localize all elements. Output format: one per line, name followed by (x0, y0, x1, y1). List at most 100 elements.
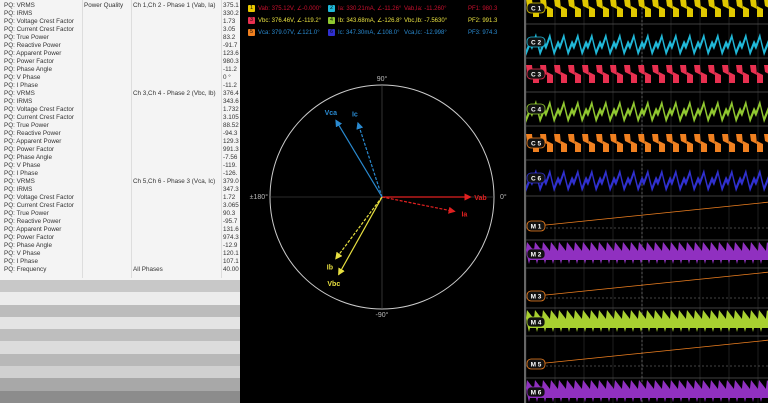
waveform-display[interactable]: C 1 C 2 C 3 C 4 C 5 C 6 M 1 M 2 M 3 M 4 M 5 M 6 (524, 0, 768, 403)
table-row[interactable]: PQ: IRMS 330.2 (0, 10, 240, 18)
waveform-segment (666, 65, 673, 75)
table-row[interactable]: PQ: VRMS Ch 3,Ch 4 - Phase 2 (Vbc, Ib) 376… (0, 90, 240, 98)
table-row[interactable]: PQ: VRMS Power Quality Ch 1,Ch 2 - Phase 1… (0, 2, 240, 10)
channel-label-c2[interactable]: C 2 (526, 36, 546, 48)
waveform-segment (722, 134, 729, 144)
waveform-segment (694, 0, 701, 9)
measurement-value: -7.56 (223, 154, 238, 161)
table-row[interactable]: PQ: Apparent Power 129.3 (0, 138, 240, 146)
waveform-segment (582, 65, 589, 75)
table-row[interactable]: PQ: Voltage Crest Factor 1.72 (0, 194, 240, 202)
phasor-vector-ia (381, 196, 456, 214)
channel-label-m2[interactable]: M 2 (526, 248, 546, 260)
table-row[interactable]: PQ: Voltage Crest Factor 1.73 (0, 18, 240, 26)
legend-text: Ib: 343.68mA, ∠-126.8° (338, 18, 402, 25)
channel-label-m1[interactable]: M 1 (526, 220, 546, 232)
table-row[interactable]: PQ: Power Factor 974.3 (0, 234, 240, 242)
channel-label-m4[interactable]: M 4 (526, 316, 546, 328)
legend-item: PF3: 974.3 (468, 29, 497, 37)
table-row[interactable]: PQ: Reactive Power -95.7 (0, 218, 240, 226)
channel-label-text: C 3 (531, 72, 542, 79)
channel-label-text: M 3 (531, 294, 542, 301)
channel-label-m6[interactable]: M 6 (526, 386, 546, 398)
table-row[interactable]: PQ: Apparent Power 131.6 (0, 226, 240, 234)
measurement-name: PQ: Power Factor (4, 58, 55, 65)
table-row[interactable]: PQ: I Phase -126. (0, 170, 240, 178)
waveform-segment (547, 141, 553, 152)
table-row[interactable]: PQ: True Power 83.2 (0, 34, 240, 42)
table-row[interactable]: PQ: V Phase 120.1 (0, 250, 240, 258)
table-row[interactable]: PQ: Phase Angle -12.9 (0, 242, 240, 250)
measurement-name: PQ: Apparent Power (4, 226, 62, 233)
table-row[interactable]: PQ: VRMS Ch 5,Ch 6 - Phase 3 (Vca, Ic) 379… (0, 178, 240, 186)
table-row[interactable]: PQ: Apparent Power 123.6 (0, 50, 240, 58)
channel-badge[interactable]: 4 (328, 17, 335, 24)
channel-badge[interactable]: 3 (248, 17, 255, 24)
measurement-value: 120.1 (223, 250, 239, 257)
measurement-name: PQ: Power Factor (4, 146, 55, 153)
waveform-segment (750, 65, 757, 75)
measurement-name: PQ: Current Crest Factor (4, 114, 74, 121)
table-row[interactable]: PQ: Phase Angle -11.2 (0, 66, 240, 74)
legend-text: Vbc: 376.46V, ∠-119.2° (258, 18, 322, 25)
waveform-segment (659, 6, 665, 17)
waveform-segment (757, 141, 763, 152)
channel-badge[interactable]: 2 (328, 5, 335, 12)
waveform-segment (715, 141, 721, 152)
waveform-segment (743, 141, 749, 152)
table-row[interactable]: PQ: I Phase 107.1 (0, 258, 240, 266)
channel-label-c6[interactable]: C 6 (526, 172, 546, 184)
table-row[interactable]: PQ: IRMS 347.3 (0, 186, 240, 194)
phasor-vector-ib (335, 196, 383, 260)
table-row[interactable]: PQ: I Phase -11.2 (0, 82, 240, 90)
empty-row (0, 378, 240, 391)
waveform-segment (561, 141, 567, 152)
waveform-segment (547, 72, 553, 83)
channel-badge[interactable]: 6 (328, 29, 335, 36)
waveform-segment (736, 0, 743, 9)
table-row[interactable]: PQ: Current Crest Factor 3.065 (0, 202, 240, 210)
table-row[interactable]: PQ: Power Factor 980.3 (0, 58, 240, 66)
channel-badge[interactable]: 5 (248, 29, 255, 36)
measurement-value: 90.3 (223, 210, 236, 217)
table-row[interactable]: PQ: Current Crest Factor 3.105 (0, 114, 240, 122)
waveform-segment (701, 72, 707, 83)
channel-label-c1[interactable]: C 1 (526, 2, 546, 14)
waveform-segment (645, 72, 651, 83)
table-row[interactable]: PQ: IRMS 343.6 (0, 98, 240, 106)
phasor-legend: 1 Vab: 375.12V, ∠-0.000° 2 Ia: 330.21mA, ∠-… (240, 0, 524, 42)
table-row[interactable]: PQ: Power Factor 991.3 (0, 146, 240, 154)
table-row[interactable]: PQ: Reactive Power -91.7 (0, 42, 240, 50)
phasor-label: Vbc (327, 281, 340, 288)
channel-label-c5[interactable]: C 5 (526, 137, 546, 149)
table-row[interactable]: PQ: True Power 90.3 (0, 210, 240, 218)
channel-label-m3[interactable]: M 3 (526, 290, 546, 302)
waveform-segment (715, 6, 721, 17)
table-row[interactable]: PQ: Voltage Crest Factor 1.732 (0, 106, 240, 114)
angle-label-bottom: -90° (376, 311, 389, 319)
waveform-segment (645, 6, 651, 17)
measurement-value: 40.00 (223, 266, 239, 273)
measurement-name: PQ: Current Crest Factor (4, 202, 74, 209)
channel-label-c3[interactable]: C 3 (526, 68, 546, 80)
channel-badge[interactable]: 1 (248, 5, 255, 12)
waveform-segment (750, 0, 757, 9)
legend-text: PF2: 991.3 (468, 18, 498, 24)
measurement-name: PQ: V Phase (4, 162, 41, 169)
table-row[interactable]: PQ: Phase Angle -7.56 (0, 154, 240, 162)
waveform-segment (589, 6, 595, 17)
table-row[interactable]: PQ: Frequency All Phases 40.00 (0, 266, 240, 274)
table-row[interactable]: PQ: True Power 88.52 (0, 122, 240, 130)
table-row[interactable]: PQ: V Phase 0 ° (0, 74, 240, 82)
channel-label-m5[interactable]: M 5 (526, 358, 546, 370)
channel-label-c4[interactable]: C 4 (526, 103, 546, 115)
waveform-segment (561, 6, 567, 17)
table-row[interactable]: PQ: Reactive Power -94.3 (0, 130, 240, 138)
table-row[interactable]: PQ: Current Crest Factor 3.05 (0, 26, 240, 34)
phasor-diagram: 90° -90° ±180° 0° Vab Ia Vbc Ib Vca Ic (240, 0, 524, 403)
legend-item: PF1: 980.3 (468, 5, 497, 13)
waveform-segment (736, 65, 743, 75)
table-row[interactable]: PQ: V Phase -119. (0, 162, 240, 170)
waveform-segment (680, 134, 687, 144)
waveform-segment (708, 65, 715, 75)
